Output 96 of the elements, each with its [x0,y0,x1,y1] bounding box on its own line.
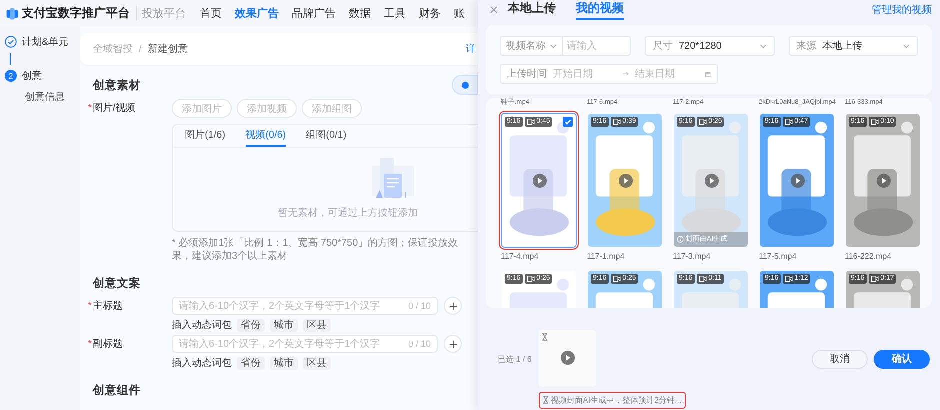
step-label[interactable]: 计划&单元 [22,35,69,49]
video-icon [612,119,621,125]
tag[interactable]: 城市 [270,318,298,332]
chevron-down-icon [760,44,766,48]
checkbox[interactable] [563,117,573,127]
empty-state-text: 暂无素材，可通过上方按钮添加 [278,206,418,220]
section-title: 创意素材 [93,78,141,92]
tag[interactable]: 城市 [270,356,298,370]
nav-item[interactable]: 首页 [200,6,222,21]
tag[interactable]: 区县 [303,318,331,332]
chevron-down-icon [550,44,557,48]
add-button[interactable] [444,335,462,353]
assistant-button[interactable] [452,75,478,95]
file-name: 117-4.mp4 [501,252,540,261]
calendar-icon [705,70,711,78]
product-name: 投放平台 [136,6,186,21]
breadcrumb-separator: / [139,44,142,54]
required-mark: * [88,339,92,350]
file-name: 117-3.mp4 [673,252,712,261]
nav-item[interactable]: 账 [454,6,465,21]
file-name: 116-222.mp4 [845,252,893,261]
start-date-input[interactable]: 开始日期 [553,68,617,80]
required-mark: * [88,301,92,312]
tab[interactable]: 图片(1/6) [185,125,226,147]
chevron-down-icon [903,44,910,48]
file-name: 117-1.mp4 [587,252,626,261]
tab[interactable]: 组图(0/1) [306,125,347,147]
play-icon[interactable] [533,174,547,188]
hint-text: * 必须添加1张「比例 1：1、宽高 750*750」的方图；保证投放效果，建议添加3个以上素材 [172,237,460,263]
sub-step[interactable]: 创意信息 [25,90,80,104]
logo-icon [6,6,19,22]
hourglass-icon [543,396,549,404]
step-label[interactable]: 创意 [22,69,42,83]
nav-item[interactable]: 效果广告 [235,6,279,21]
play-icon[interactable] [560,351,574,365]
plus-icon [448,302,458,310]
file-name: 117-5.mp4 [759,252,798,261]
manage-link[interactable]: 管理我的视频 [872,3,932,17]
size-select[interactable]: 尺寸 720*1280 [645,36,774,56]
video-icon [526,276,535,282]
video-icon [698,119,707,125]
field-label: 图片/视频 [92,103,136,114]
required-mark: * [88,103,92,114]
section-title: 创意文案 [93,276,141,290]
tag[interactable]: 区县 [303,356,331,370]
field-label: 主标题 [92,301,123,312]
play-icon[interactable] [619,174,633,188]
plus-icon [448,340,458,348]
selected-count: 已选 1 / 6 [498,354,533,364]
tab[interactable]: 本地上传 [508,0,556,20]
info-icon [677,236,684,243]
confirm-button[interactable]: 确认 [874,350,930,368]
nav-item[interactable]: 财务 [419,6,441,21]
video-icon [870,276,879,282]
cancel-button[interactable]: 取消 [812,350,868,368]
char-counter: 0 / 10 [408,301,431,311]
section-title: 创意组件 [93,383,141,398]
tab[interactable]: 我的视频 [576,0,624,20]
select-value: 本地上传 [822,40,862,53]
detail-link[interactable]: 详 [466,42,476,56]
video-icon [526,119,535,125]
play-icon[interactable] [877,174,891,188]
field-label: 上传时间 [507,68,547,81]
nav-item[interactable]: 数据 [349,6,371,21]
source-select[interactable]: 来源 本地上传 [788,36,918,56]
field-label: 来源 [796,40,816,53]
add-button[interactable] [444,297,462,315]
field-label: 副标题 [92,339,123,350]
insert-label: 插入动态词包 [172,356,232,370]
video-icon [784,276,793,282]
insert-label: 插入动态词包 [172,318,232,332]
video-icon [698,276,707,282]
step-number: 2 [5,70,17,82]
status-message: 视频封面AI生成中，整体预计2分钟... [551,394,682,406]
tag[interactable]: 省份 [237,318,265,332]
dot-icon [462,82,468,88]
tab[interactable]: 视频(0/6) [246,125,286,147]
nav-item[interactable]: 工具 [384,6,406,21]
breadcrumb-item: 新建创意 [148,42,188,56]
close-icon[interactable] [490,6,498,14]
play-icon[interactable] [705,174,719,188]
play-icon[interactable] [791,174,805,188]
tag[interactable]: 省份 [237,356,265,370]
nav-item[interactable]: 品牌广告 [292,6,336,21]
selected-video-thumbnail[interactable] [539,330,596,386]
video-icon [612,276,621,282]
brand-name: 支付宝数字推广平台 [22,5,130,22]
select-value: 720*1280 [679,40,722,52]
video-icon [870,119,879,125]
arrow-right-icon [623,71,629,77]
name-search-field[interactable]: 请输入 [563,36,631,56]
hourglass-icon [542,332,548,340]
video-icon [784,119,793,125]
char-counter: 0 / 10 [408,339,431,349]
end-date-input[interactable]: 结束日期 [635,68,699,80]
field-label: 尺寸 [653,40,673,53]
